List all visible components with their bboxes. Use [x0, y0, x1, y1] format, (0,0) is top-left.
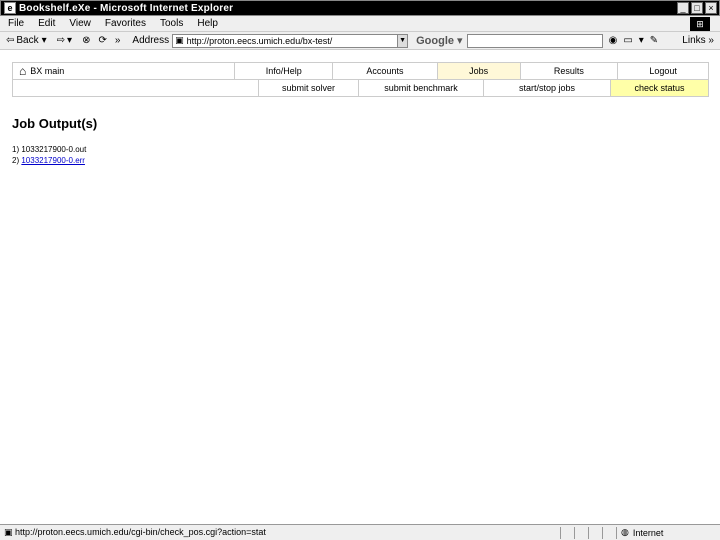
address-field[interactable]: ▣ http://proton.eecs.umich.edu/bx-test/ … — [172, 33, 409, 48]
double-chevron-icon: » — [114, 35, 121, 46]
menu-help[interactable]: Help — [197, 18, 218, 29]
title-bar: e Bookshelf.eXe - Microsoft Internet Exp… — [0, 0, 720, 16]
nav-sub-row: submit solver submit benchmark start/sto… — [13, 80, 708, 96]
chevron-down-icon[interactable]: ▾ — [639, 35, 644, 46]
back-button[interactable]: ⇦ Back ▾ — [6, 35, 49, 46]
address-dropdown-icon[interactable]: ▼ — [397, 34, 408, 47]
nav-main-row: ⌂ BX main Info/Help Accounts Jobs Result… — [13, 63, 708, 80]
refresh-button[interactable]: ⟳ — [98, 35, 106, 46]
google-toolbar-button[interactable]: Google ▾ — [416, 34, 462, 47]
globe-icon: ◍ — [621, 527, 629, 537]
minimize-icon[interactable]: _ — [677, 2, 689, 14]
status-text: ▣ http://proton.eecs.umich.edu/cgi-bin/c… — [4, 527, 266, 537]
nav-results[interactable]: Results — [519, 63, 618, 79]
nav-sub-spacer — [13, 80, 258, 96]
output-file-link[interactable]: 1033217900-0.err — [21, 156, 85, 165]
output-index: 2) — [12, 156, 20, 165]
status-page-icon: ▣ — [4, 527, 16, 537]
chevron-down-icon: ▾ — [41, 35, 47, 46]
nav-home-label: BX main — [30, 66, 65, 76]
chevron-down-icon: ▾ — [67, 35, 73, 46]
folder-icon[interactable]: ▭ — [623, 35, 632, 46]
page-title: Job Output(s) — [12, 116, 98, 131]
status-pane — [574, 526, 588, 539]
security-zone: ◍ Internet — [616, 526, 720, 539]
search-web-icon[interactable]: ◉ — [609, 35, 618, 46]
zone-label: Internet — [632, 527, 664, 538]
forward-arrow-icon: ⇨ — [56, 35, 66, 46]
pen-icon[interactable]: ✎ — [650, 35, 658, 46]
stop-button[interactable]: ⊗ — [82, 35, 90, 46]
menu-view[interactable]: View — [69, 18, 91, 29]
output-index: 1) — [12, 145, 20, 154]
window-title: Bookshelf.eXe - Microsoft Internet Explo… — [19, 2, 234, 14]
stop-icon: ⊗ — [82, 35, 91, 46]
close-icon[interactable]: × — [705, 2, 717, 14]
menu-bar: File Edit View Favorites Tools Help ⊞ — [0, 16, 720, 32]
subnav-submit-benchmark[interactable]: submit benchmark — [358, 80, 483, 96]
links-button[interactable]: Links » — [682, 35, 714, 46]
more-tools-button[interactable]: » — [115, 35, 121, 46]
toolbar: ⇦ Back ▾ ⇨ ▾ ⊗ ⟳ » Address ▣ http://prot… — [0, 32, 720, 50]
nav-accounts[interactable]: Accounts — [332, 63, 437, 79]
refresh-icon: ⟳ — [98, 35, 107, 46]
output-list: 1) 1033217900-0.out 2) 1033217900-0.err — [12, 144, 86, 166]
site-navigation: ⌂ BX main Info/Help Accounts Jobs Result… — [12, 62, 709, 97]
nav-logout[interactable]: Logout — [617, 63, 708, 79]
windows-logo-icon: ⊞ — [690, 17, 710, 31]
back-arrow-icon: ⇦ — [6, 35, 15, 46]
menu-file[interactable]: File — [8, 18, 24, 29]
nav-jobs[interactable]: Jobs — [436, 63, 520, 79]
forward-button[interactable]: ⇨ ▾ — [57, 35, 74, 46]
menu-edit[interactable]: Edit — [38, 18, 55, 29]
nav-home[interactable]: ⌂ BX main — [13, 63, 234, 79]
subnav-check-status[interactable]: check status — [610, 80, 708, 96]
address-label: Address — [132, 35, 170, 46]
status-pane — [588, 526, 602, 539]
output-file: 1033217900-0.out — [21, 145, 87, 154]
subnav-start-stop-jobs[interactable]: start/stop jobs — [483, 80, 610, 96]
address-url: http://proton.eecs.umich.edu/bx-test/ — [186, 35, 333, 46]
menu-favorites[interactable]: Favorites — [105, 18, 146, 29]
ie-icon: e — [4, 2, 16, 14]
status-bar: ▣ http://proton.eecs.umich.edu/cgi-bin/c… — [0, 524, 720, 540]
google-search-input[interactable] — [466, 33, 603, 48]
status-pane — [602, 526, 616, 539]
home-icon: ⌂ — [19, 64, 27, 78]
page-icon: ▣ — [175, 35, 184, 45]
menu-tools[interactable]: Tools — [160, 18, 183, 29]
nav-info-help[interactable]: Info/Help — [234, 63, 332, 79]
status-pane — [560, 526, 574, 539]
list-item: 1) 1033217900-0.out — [12, 144, 86, 155]
back-label: Back — [16, 35, 39, 46]
maximize-icon[interactable]: □ — [691, 2, 703, 14]
list-item: 2) 1033217900-0.err — [12, 155, 86, 166]
subnav-submit-solver[interactable]: submit solver — [258, 80, 358, 96]
